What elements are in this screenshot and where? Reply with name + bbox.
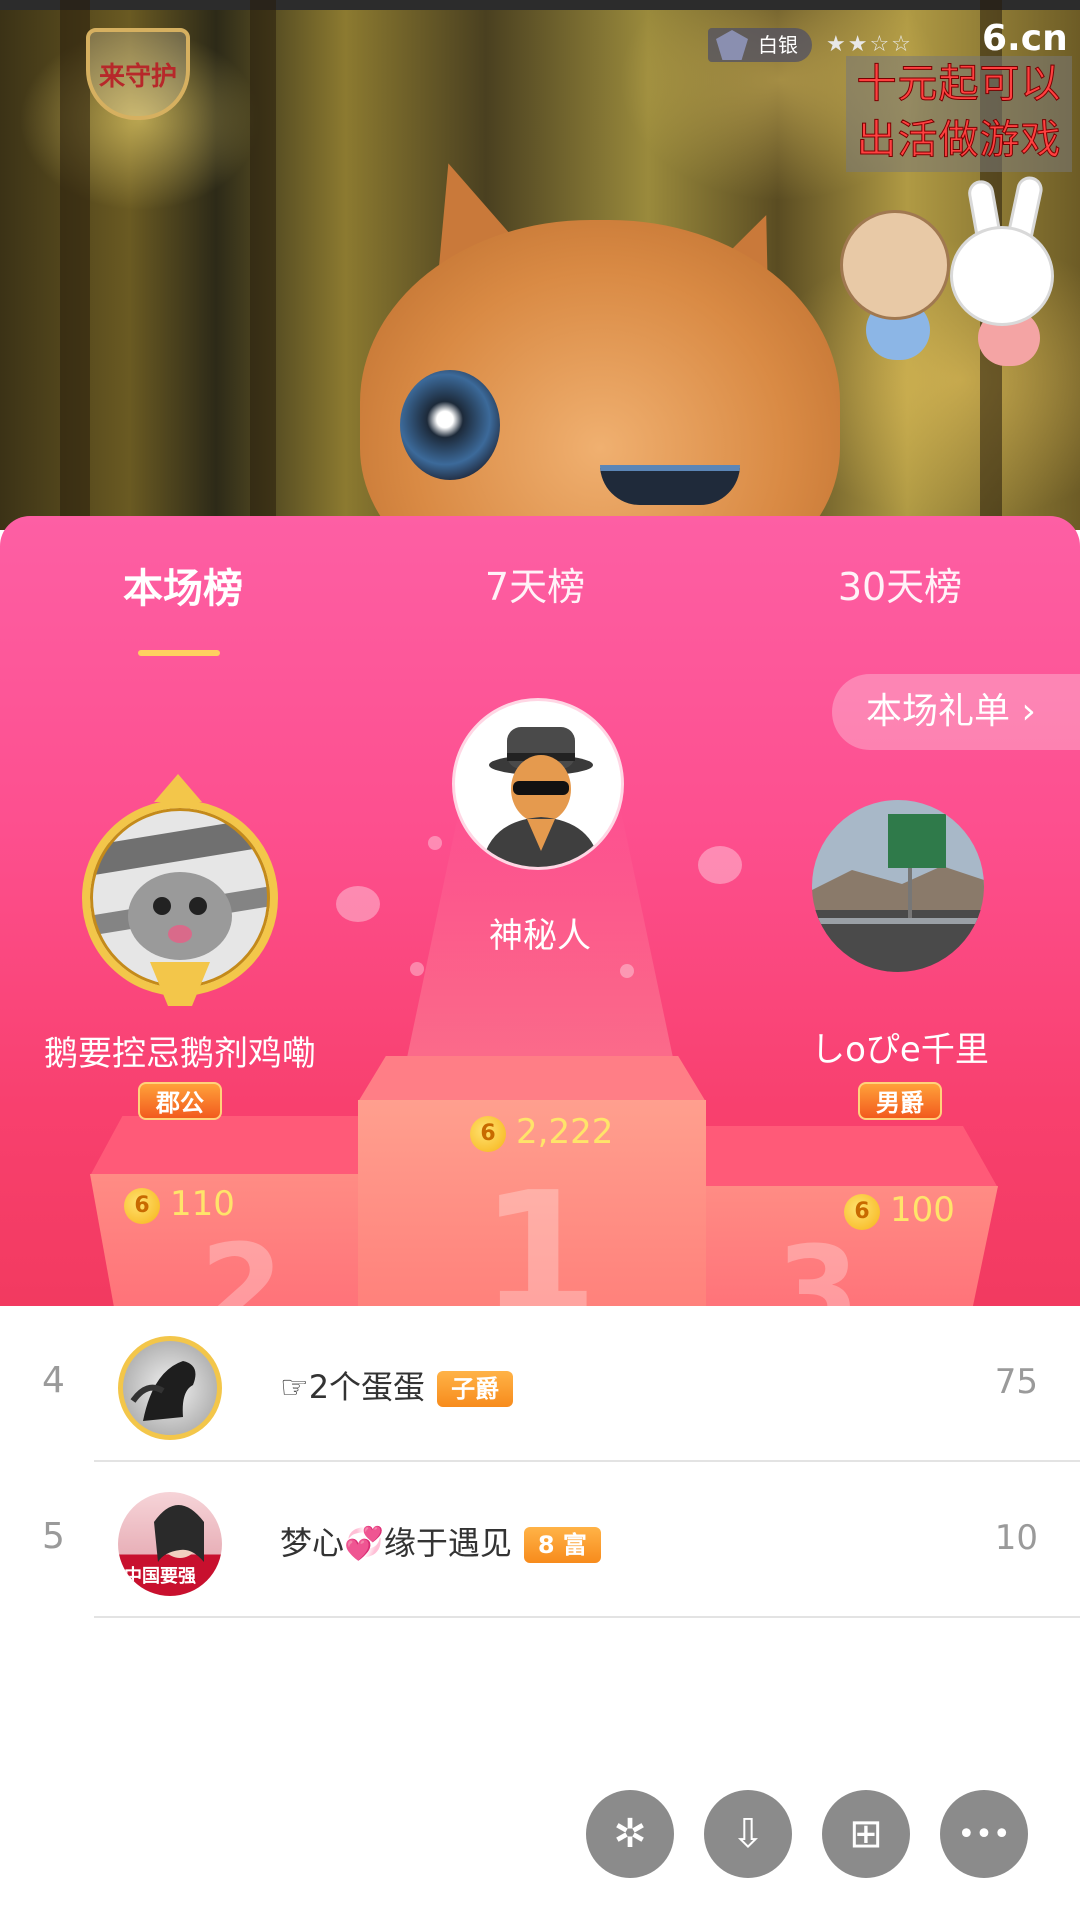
sparkle [698,846,742,884]
leaderboard-panel: 本场榜 7天榜 30天榜 本场礼单 › 2 3 1 神秘人 6 2,222 鹅要… [0,516,1080,1306]
list-item[interactable]: 5 中国要强 梦心💞缘于遇见 8 富 10 [0,1462,1080,1618]
second-place-title-badge: 郡公 [138,1082,222,1120]
crown-icon [154,774,202,802]
sparkle [428,836,442,850]
tree-trunk [60,0,90,530]
bear-sticker [840,210,950,320]
row-divider [94,1616,1080,1618]
cat-eye [400,370,500,480]
first-place-name[interactable]: 神秘人 [440,908,640,957]
rank-stars: ★★☆☆ [826,32,913,57]
podium-second-top [90,1116,360,1176]
road-sign-photo [812,800,984,972]
rank-emblem-icon [716,30,748,60]
tab-30-days[interactable]: 30天榜 [830,556,970,611]
first-place-score-value: 2,222 [516,1112,614,1152]
active-tab-indicator [138,650,220,656]
user-name-text: ☞2个蛋蛋 [280,1368,426,1406]
third-place-score-value: 100 [890,1190,955,1230]
contribution-score: 10 [994,1518,1038,1558]
user-name[interactable]: ☞2个蛋蛋 子爵 [280,1362,514,1408]
bunny-sticker [950,226,1054,326]
sparkle-button[interactable]: ✲ [586,1790,674,1878]
coin-icon: 6 [470,1115,506,1152]
promo-line: 出活做游戏 [856,117,1062,164]
list-item[interactable]: 4 ☞2个蛋蛋 子爵 75 [0,1306,1080,1462]
rank-number: 5 [42,1516,65,1557]
tab-this-show[interactable]: 本场榜 [118,556,248,614]
mystery-person-icon [481,727,601,867]
rank-label: 白银 [758,33,798,57]
grid-button[interactable]: ⊞ [822,1790,910,1878]
user-avatar[interactable]: 中国要强 [118,1492,222,1596]
first-place-score: 6 2,222 [470,1112,613,1152]
status-bar [0,0,1080,10]
first-place-avatar[interactable] [452,698,624,870]
podium-first-top [358,1056,706,1102]
tree-trunk [250,0,276,530]
more-button[interactable]: ••• [940,1790,1028,1878]
promo-overlay: 十元起可以 出活做游戏 [846,56,1072,172]
site-watermark: 6.cn [982,18,1068,59]
sparkle-icon: ✲ [613,1811,647,1857]
third-place-name[interactable]: しoぴe千里 [760,1022,1040,1071]
contribution-score: 75 [994,1362,1038,1402]
more-icon: ••• [957,1816,1011,1852]
third-place-title-badge: 男爵 [858,1082,942,1120]
guardian-badge-text: 来守护 [98,61,177,92]
user-avatar[interactable] [118,1336,222,1440]
horse-painting-photo [130,1361,196,1421]
user-name-text: 梦心💞缘于遇见 [280,1524,512,1562]
download-icon: ⇩ [731,1811,765,1857]
gift-list-button[interactable]: 本场礼单 › [832,674,1080,750]
tab-7-days[interactable]: 7天榜 [470,556,600,611]
avatar-caption: 中国要强 [124,1566,196,1587]
second-place-score-value: 110 [170,1184,235,1224]
leaderboard-tabs: 本场榜 7天榜 30天榜 [0,556,1080,656]
live-video[interactable]: 来守护 白银 ★★☆☆ 6.cn 十元起可以 出活做游戏 [0,0,1080,530]
wealth-level-badge: 8 富 [523,1527,601,1563]
second-place-score: 6 110 [124,1184,235,1224]
anchor-rank-badge[interactable]: 白银 [708,28,812,62]
podium-third-top [706,1126,998,1188]
podium-third-number: 3 [776,1222,860,1306]
guardian-badge-logo[interactable]: 来守护 [86,28,190,120]
grid-icon: ⊞ [849,1811,883,1857]
coin-icon: 6 [844,1193,880,1230]
sparkle [336,886,380,922]
download-button[interactable]: ⇩ [704,1790,792,1878]
coin-icon: 6 [124,1187,160,1224]
sparkle [410,962,424,976]
third-place-score: 6 100 [844,1190,955,1230]
promo-line: 十元起可以 [856,61,1062,108]
rank-list: 4 ☞2个蛋蛋 子爵 75 5 中国要强 梦心💞缘于遇见 8 富 10 [0,1306,1080,1920]
third-place-avatar[interactable] [812,800,984,972]
second-place-name[interactable]: 鹅要控忌鹅剂鸡嘞 [0,1026,360,1075]
podium-first-number: 1 [480,1156,599,1306]
podium-second-number: 2 [200,1220,284,1306]
user-name[interactable]: 梦心💞缘于遇见 8 富 [280,1518,601,1564]
cat-eye-wink [600,465,740,505]
frame-emblem-icon [150,962,210,1006]
noble-title-badge: 子爵 [437,1371,514,1407]
rank-number: 4 [42,1360,65,1401]
sparkle [620,964,634,978]
